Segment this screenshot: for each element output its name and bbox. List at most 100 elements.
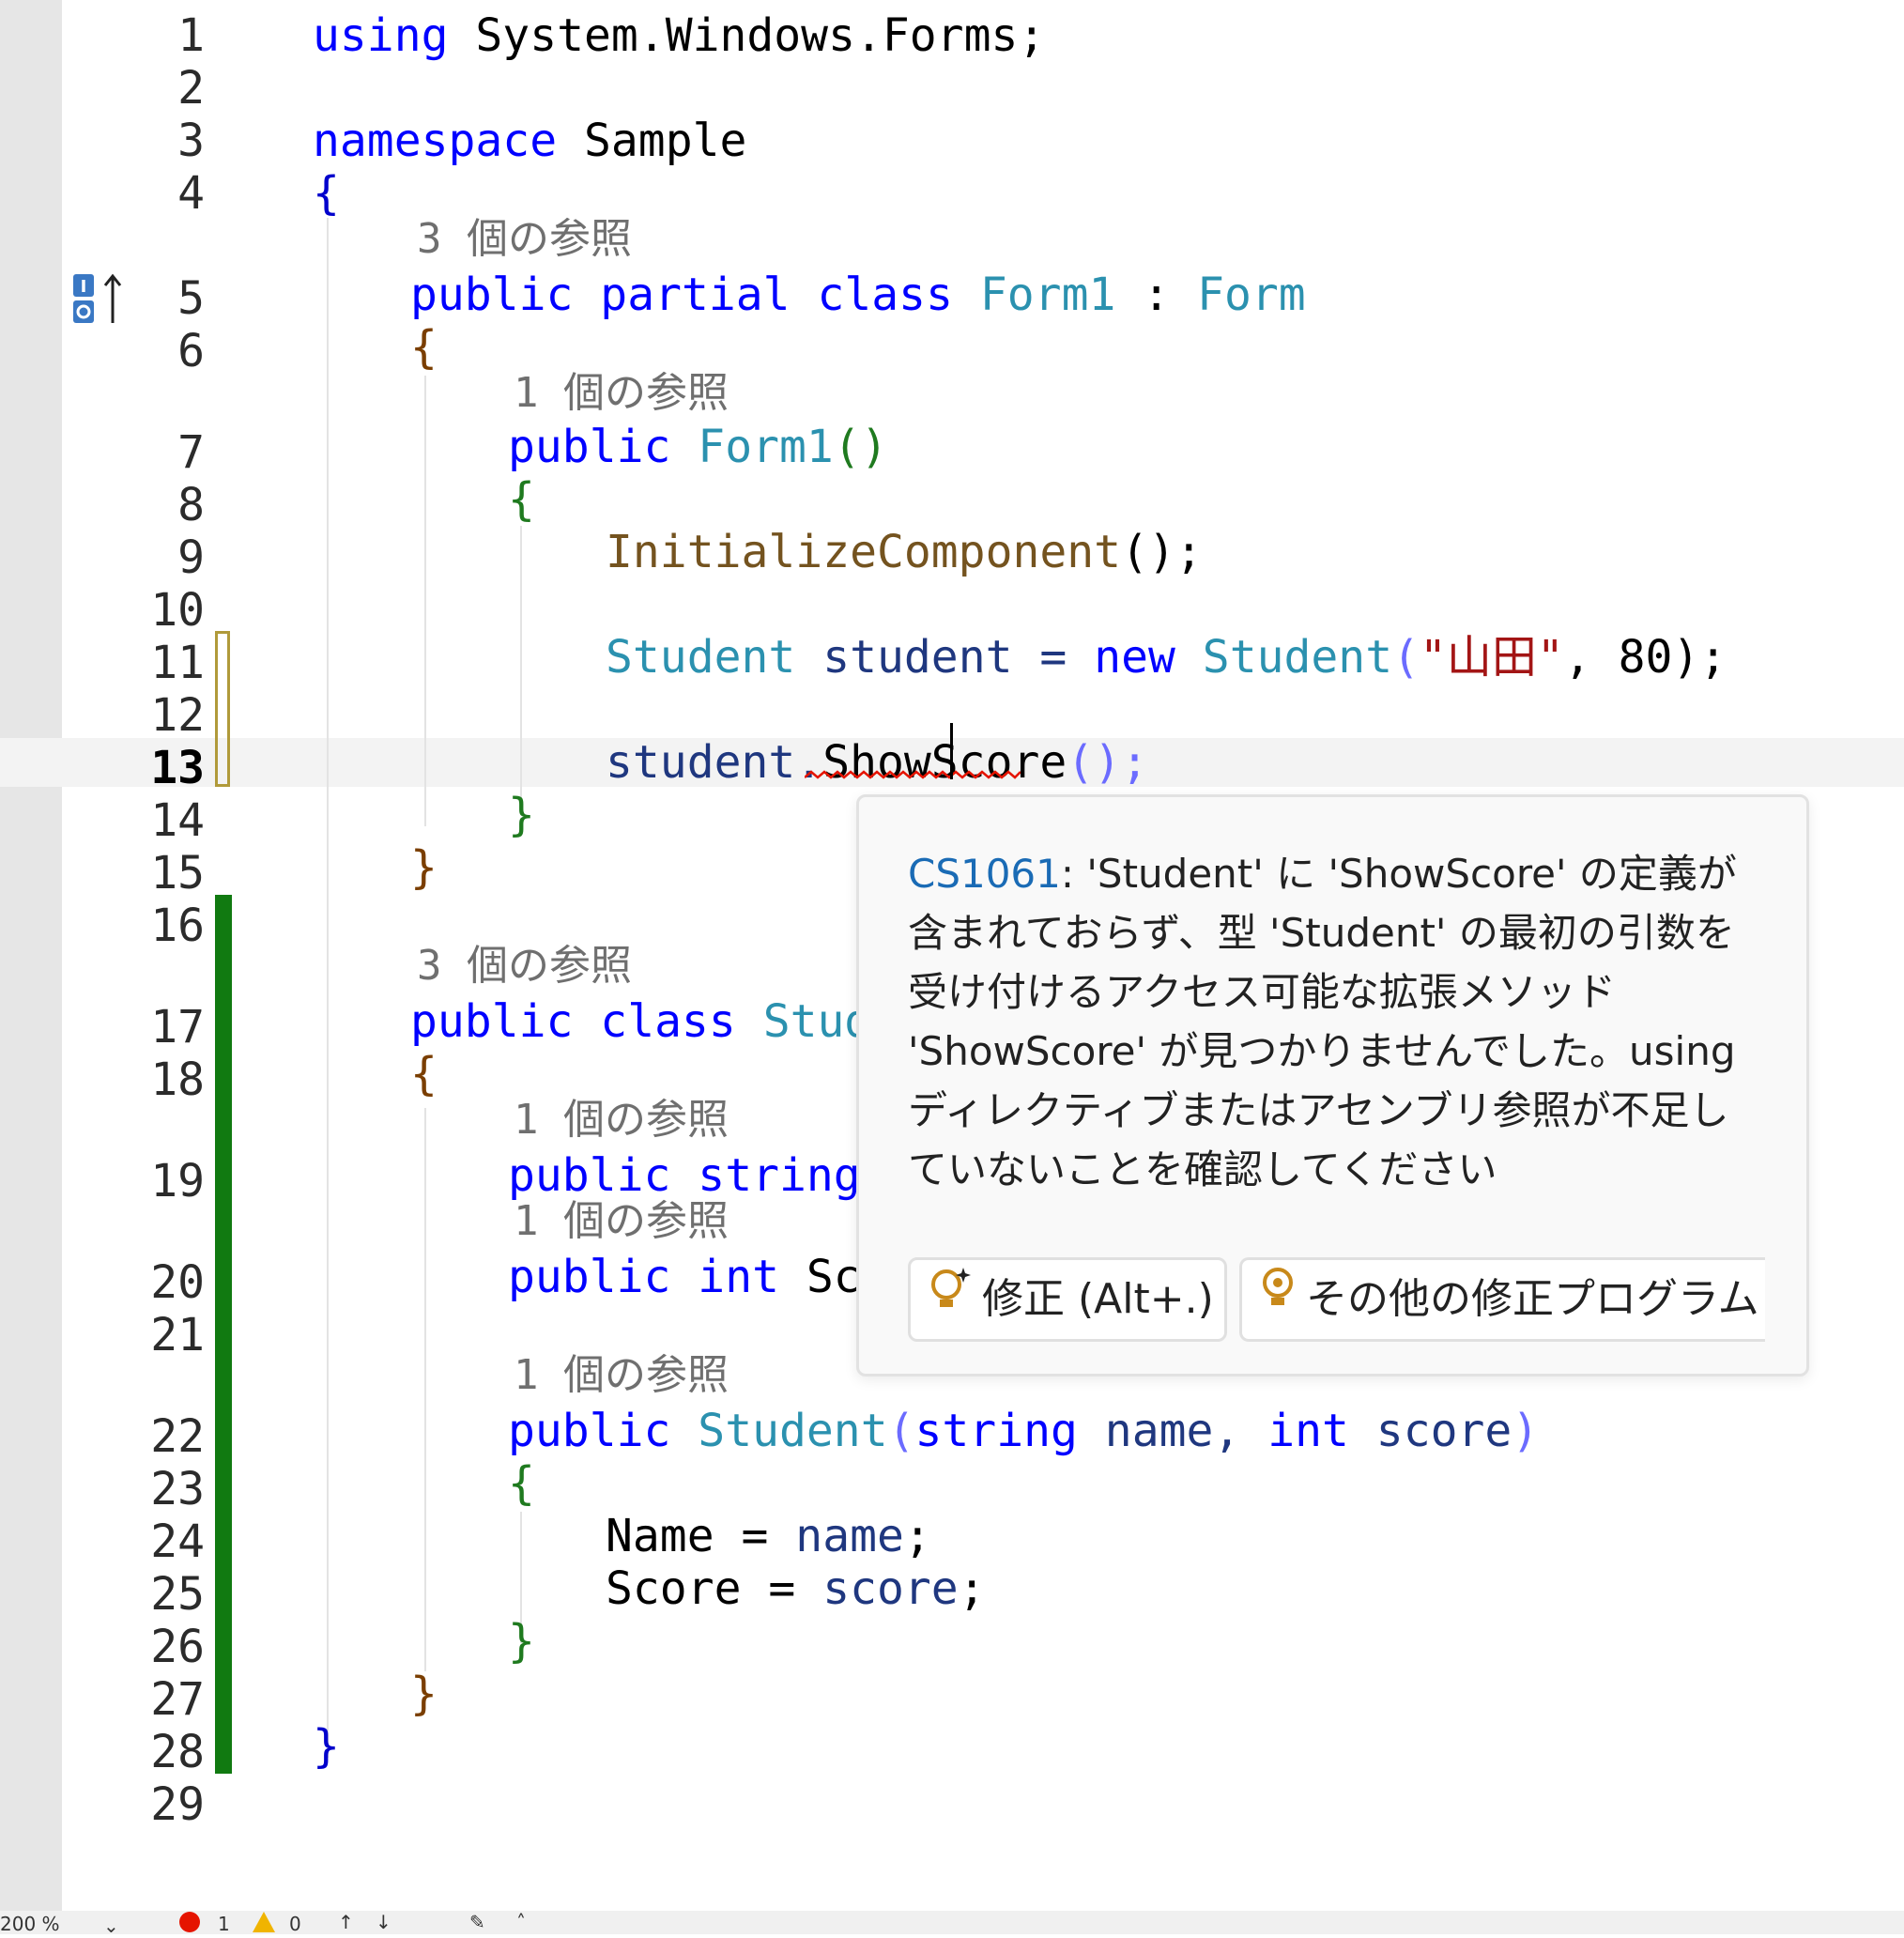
code-line-9[interactable]: InitializeComponent(); [606,526,1203,578]
line-number[interactable]: 9 [122,531,205,584]
line-number[interactable]: 2 [122,62,205,115]
line-number[interactable]: 15 [122,847,205,900]
codelens-references[interactable]: 1 個の参照 [514,1198,729,1245]
line-number[interactable]: 26 [122,1621,205,1673]
line-number[interactable]: 28 [122,1726,205,1778]
keyword: string [914,1405,1078,1457]
line-number[interactable]: 27 [122,1673,205,1726]
codelens-references[interactable]: 1 個の参照 [514,1097,729,1144]
other-fixes-label: その他の修正プログラム (A [1306,1275,1765,1323]
code-line-14[interactable]: } [508,789,535,841]
line-number[interactable]: 22 [122,1410,205,1463]
line-number[interactable]: 12 [122,689,205,742]
keyword: int [1267,1405,1349,1457]
code-line-13[interactable]: student.ShowScore(); [606,736,1148,789]
error-method-name[interactable]: ShowScore [822,736,1067,789]
parameter: name [795,1510,904,1562]
code-line-6[interactable]: { [410,321,438,374]
line-number[interactable]: 11 [122,637,205,689]
code-line-25[interactable]: Score = score; [606,1562,986,1615]
lightbulb-icon [1259,1262,1297,1339]
fix-button[interactable]: 修正 (Alt+.) [908,1257,1227,1342]
parameter: score [1348,1405,1512,1457]
code-line-20[interactable]: public int Scor [508,1251,914,1303]
text-caret [950,723,953,779]
line-number[interactable]: 19 [122,1155,205,1207]
chevron-down-icon[interactable]: ⌄ [103,1915,119,1937]
error-count[interactable]: 1 [218,1913,230,1935]
codelens-references[interactable]: 3 個の参照 [417,943,632,990]
line-number[interactable]: 29 [122,1778,205,1831]
type-name: Student [1202,631,1393,684]
error-squiggle[interactable] [805,770,1021,779]
code-line-3[interactable]: namespace Sample [313,115,746,167]
line-number[interactable]: 4 [122,167,205,220]
keyword: public string [508,1149,861,1202]
code-line-18[interactable]: { [410,1048,438,1100]
code-line-5[interactable]: public partial class Form1 : Form [410,269,1306,321]
zoom-level[interactable]: 200 % [0,1913,60,1935]
parenthesis: ( [1392,631,1420,684]
code-line-7[interactable]: public Form1() [508,421,888,473]
indent-guide [327,218,329,1758]
left-margin [0,0,62,1911]
line-number[interactable]: 5 [122,272,205,325]
constructor-name: Student [698,1405,888,1457]
parameter: score [822,1562,959,1615]
line-number[interactable]: 18 [122,1054,205,1106]
brush-icon[interactable]: ✎ [469,1911,485,1933]
error-code-link[interactable]: CS1061 [908,851,1061,897]
line-number[interactable]: 10 [122,584,205,637]
line-number[interactable]: 17 [122,1001,205,1054]
line-number[interactable]: 7 [122,426,205,479]
code-line-1[interactable]: using System.Windows.Forms; [313,9,1045,62]
error-quickinfo-tooltip: CS1061: 'Student' に 'ShowScore' の定義が含まれて… [856,794,1809,1377]
line-number[interactable]: 24 [122,1515,205,1568]
chevron-up-icon[interactable]: ˄ [516,1911,526,1933]
code-line-8[interactable]: { [508,473,535,526]
colon: : [1115,269,1198,321]
property-name: Name = [606,1510,796,1562]
keyword: public int [508,1251,779,1303]
indent-guide [424,1108,426,1671]
codelens-references[interactable]: 1 個の参照 [514,1352,729,1399]
code-line-17[interactable]: public class Studen [410,995,926,1048]
variable: student = [795,631,1095,684]
class-name: Form1 [979,269,1116,321]
line-number[interactable]: 20 [122,1256,205,1309]
code-line-23[interactable]: { [508,1457,535,1510]
line-number[interactable]: 1 [122,9,205,62]
code-line-11[interactable]: Student student = new Student("山田", 80); [606,631,1727,684]
line-number[interactable]: 21 [122,1309,205,1361]
keyword: public [508,421,671,473]
code-line-28[interactable]: } [313,1720,340,1773]
line-number[interactable]: 14 [122,794,205,847]
namespace-name: Sample [557,115,747,167]
code-line-27[interactable]: } [410,1668,438,1720]
codelens-references[interactable]: 3 個の参照 [417,216,632,263]
line-number[interactable]: 3 [122,115,205,167]
keyword: public partial class [410,269,953,321]
indent-guide [520,526,522,808]
warning-count[interactable]: 0 [289,1913,301,1935]
line-number[interactable]: 25 [122,1568,205,1621]
code-line-26[interactable]: } [508,1615,535,1668]
line-number[interactable]: 16 [122,900,205,952]
type-name: Student [606,631,796,684]
code-line-15[interactable]: } [410,841,438,894]
line-number[interactable]: 23 [122,1463,205,1515]
line-number[interactable]: 8 [122,479,205,531]
arrow-up-icon[interactable]: ↑ [338,1911,354,1933]
implements-icon[interactable]: I [71,272,130,325]
code-line-22[interactable]: public Student(string name, int score) [508,1405,1539,1457]
parameter: name, [1077,1405,1268,1457]
line-number[interactable]: 13 [122,742,205,794]
code-line-4[interactable]: { [313,167,340,220]
other-fixes-button[interactable]: その他の修正プログラム (A [1239,1257,1765,1342]
codelens-references[interactable]: 1 個の参照 [514,370,729,417]
code-line-19[interactable]: public string N [508,1149,915,1202]
code-line-24[interactable]: Name = name; [606,1510,931,1562]
line-number[interactable]: 6 [122,325,205,377]
fix-button-label: 修正 (Alt+.) [982,1275,1214,1323]
arrow-down-icon[interactable]: ↓ [376,1911,392,1933]
